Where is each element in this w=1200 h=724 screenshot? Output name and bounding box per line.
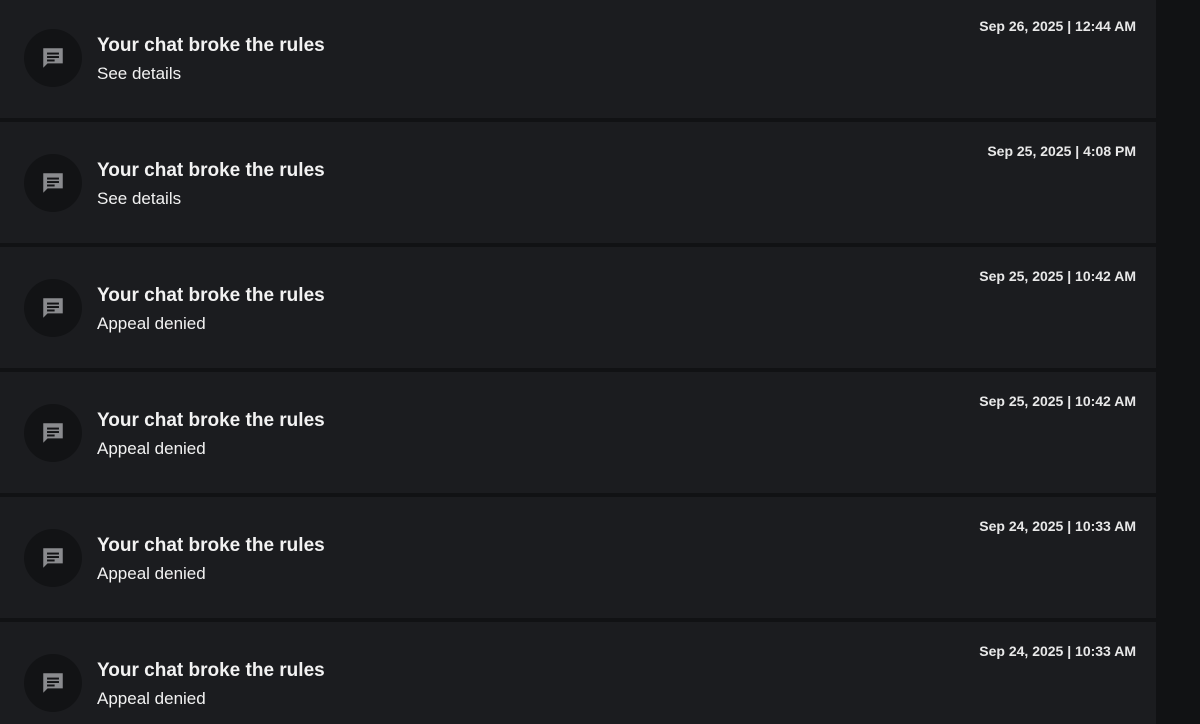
chat-icon — [43, 673, 63, 693]
notification-item[interactable]: Your chat broke the rules Appeal denied … — [0, 372, 1156, 493]
chat-icon-badge — [24, 154, 82, 212]
notification-timestamp: Sep 25, 2025 | 10:42 AM — [979, 393, 1136, 409]
chat-icon-badge — [24, 29, 82, 87]
notification-subtitle: See details — [97, 189, 182, 208]
page-margin — [1156, 0, 1200, 724]
chat-icon — [43, 173, 63, 193]
notification-timestamp: Sep 26, 2025 | 12:44 AM — [979, 18, 1136, 34]
notification-title: Your chat broke the rules — [97, 285, 325, 306]
notification-title: Your chat broke the rules — [97, 35, 325, 56]
notification-item[interactable]: Your chat broke the rules Appeal denied … — [0, 497, 1156, 618]
notifications-page: Your chat broke the rules See details Se… — [0, 0, 1200, 724]
chat-icon-badge — [24, 654, 82, 712]
notification-item[interactable]: Your chat broke the rules Appeal denied … — [0, 247, 1156, 368]
notification-item[interactable]: Your chat broke the rules See details Se… — [0, 122, 1156, 243]
notification-title: Your chat broke the rules — [97, 160, 325, 181]
chat-icon-badge — [24, 404, 82, 462]
notification-timestamp: Sep 24, 2025 | 10:33 AM — [979, 643, 1136, 659]
notification-item[interactable]: Your chat broke the rules See details Se… — [0, 0, 1156, 118]
chat-icon-badge — [24, 279, 82, 337]
chat-icon — [43, 48, 63, 68]
notification-subtitle: Appeal denied — [97, 439, 206, 458]
notification-subtitle: Appeal denied — [97, 564, 206, 583]
chat-icon — [43, 423, 63, 443]
chat-icon — [43, 548, 63, 568]
notification-list: Your chat broke the rules See details Se… — [0, 0, 1156, 724]
notification-subtitle: Appeal denied — [97, 689, 206, 708]
notification-title: Your chat broke the rules — [97, 410, 325, 431]
chat-icon — [43, 298, 63, 318]
notification-timestamp: Sep 24, 2025 | 10:33 AM — [979, 518, 1136, 534]
chat-icon-badge — [24, 529, 82, 587]
notification-item[interactable]: Your chat broke the rules Appeal denied … — [0, 622, 1156, 724]
notification-timestamp: Sep 25, 2025 | 10:42 AM — [979, 268, 1136, 284]
notification-timestamp: Sep 25, 2025 | 4:08 PM — [987, 143, 1136, 159]
notification-subtitle: See details — [97, 64, 182, 83]
notification-subtitle: Appeal denied — [97, 314, 206, 333]
notification-title: Your chat broke the rules — [97, 535, 325, 556]
notification-title: Your chat broke the rules — [97, 660, 325, 681]
